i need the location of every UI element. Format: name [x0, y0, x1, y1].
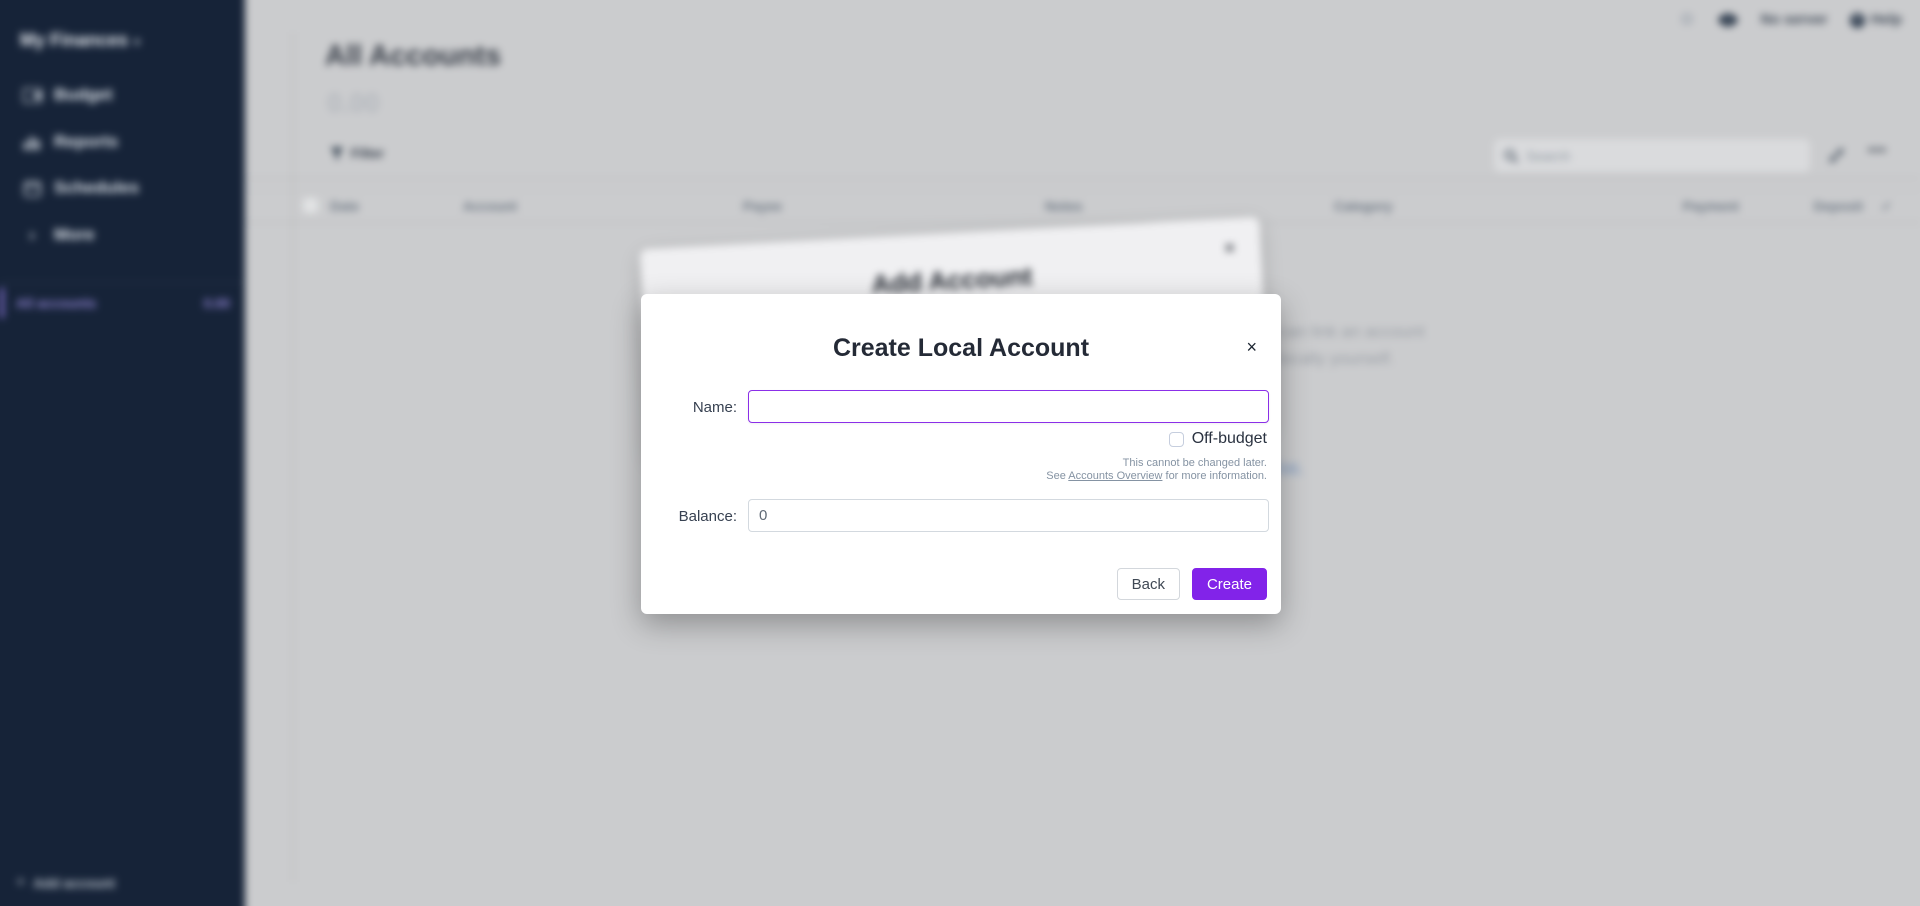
active-indicator [0, 288, 4, 318]
column-date: Date [330, 199, 359, 214]
all-accounts-label: All accounts [16, 296, 96, 311]
gear-icon[interactable]: ⚙ [1679, 10, 1694, 30]
filter-icon [330, 147, 344, 160]
close-icon[interactable]: × [1246, 338, 1257, 356]
sidebar-divider [0, 282, 245, 283]
search-icon [1504, 149, 1518, 163]
plus-icon: + [16, 874, 25, 892]
search-input[interactable] [1526, 148, 1800, 164]
create-local-account-modal: Create Local Account × Name: Off-budget … [641, 294, 1281, 614]
privacy-eye-icon[interactable] [1717, 13, 1739, 27]
column-deposit: Deposit [1795, 199, 1863, 214]
empty-state-text-fragment: can link an account [1279, 322, 1425, 342]
search-box [1494, 139, 1810, 172]
calendar-icon [22, 178, 42, 198]
caret-down-icon: ▾ [134, 35, 140, 49]
accounts-overview-link[interactable]: Accounts Overview [1068, 470, 1162, 482]
account-name-input[interactable] [748, 390, 1269, 423]
filter-label: Filter [351, 146, 384, 161]
modal-button-row: Back Create [1117, 568, 1267, 600]
modal-title: Create Local Account [641, 334, 1281, 363]
balance-input[interactable] [748, 499, 1269, 532]
sidebar-item-all-accounts[interactable]: All accounts 0.00 [0, 287, 245, 319]
check-icon: ✓ [1881, 199, 1892, 215]
sidebar-item-label: Schedules [54, 178, 139, 198]
column-account: Account [463, 199, 517, 214]
sidebar-item-label: Budget [54, 85, 113, 105]
page-title: All Accounts [325, 40, 501, 73]
help-label: Help [1871, 12, 1902, 28]
offbudget-helper-line1: This cannot be changed later. [1123, 457, 1267, 470]
helper-see: See [1046, 470, 1068, 482]
more-options-icon[interactable]: ••• [1868, 142, 1887, 159]
back-button[interactable]: Back [1117, 568, 1180, 600]
sidebar-item-more[interactable]: › More [0, 217, 245, 253]
bar-chart-icon [22, 132, 42, 152]
offbudget-label: Off-budget [1192, 430, 1267, 448]
offbudget-helper-line2: See Accounts Overview for more informati… [1046, 470, 1267, 483]
add-account-label: Add account [33, 876, 115, 891]
server-status-button[interactable]: No server [1761, 12, 1828, 28]
budget-name-label: My Finances [20, 30, 128, 50]
column-payee: Payee [743, 199, 782, 214]
empty-state-text-fragment: locally yourself. [1278, 349, 1394, 369]
transactions-table-header: Date Account Payee Notes Category Paymen… [245, 190, 1920, 223]
helper-suffix: for more information. [1162, 470, 1267, 482]
create-button[interactable]: Create [1192, 568, 1267, 600]
all-accounts-balance: 0.00 [204, 296, 230, 311]
offbudget-checkbox[interactable] [1169, 432, 1184, 447]
chevron-right-icon: › [22, 225, 42, 246]
question-icon: ? [1850, 13, 1865, 28]
offbudget-row: Off-budget [1169, 430, 1267, 448]
close-icon[interactable]: × [1224, 238, 1235, 258]
content-panel-edge [292, 32, 294, 882]
sidebar-item-label: Reports [54, 132, 118, 152]
column-notes: Notes [1045, 199, 1083, 214]
column-payment: Payment [1589, 199, 1739, 214]
sidebar-item-budget[interactable]: Budget [0, 77, 245, 113]
wallet-icon [22, 85, 42, 105]
filter-button[interactable]: Filter [330, 146, 384, 161]
balance-field-label: Balance: [641, 508, 737, 525]
budget-name-menu[interactable]: My Finances ▾ [20, 30, 140, 51]
collapse-view-icon[interactable] [1828, 147, 1845, 164]
add-account-button[interactable]: + Add account [16, 874, 115, 892]
toolbar-divider [245, 178, 1920, 179]
column-category: Category [1334, 199, 1393, 214]
topbar: ⚙ No server ? Help [1679, 6, 1902, 34]
app-window: My Finances ▾ Budget Reports Schedules [0, 0, 1920, 906]
sidebar-item-reports[interactable]: Reports [0, 124, 245, 160]
page-balance: 0.00 [327, 88, 380, 119]
help-button[interactable]: ? Help [1850, 12, 1902, 28]
name-field-label: Name: [641, 399, 737, 416]
sidebar-item-label: More [54, 225, 95, 245]
sidebar-item-schedules[interactable]: Schedules [0, 170, 245, 206]
